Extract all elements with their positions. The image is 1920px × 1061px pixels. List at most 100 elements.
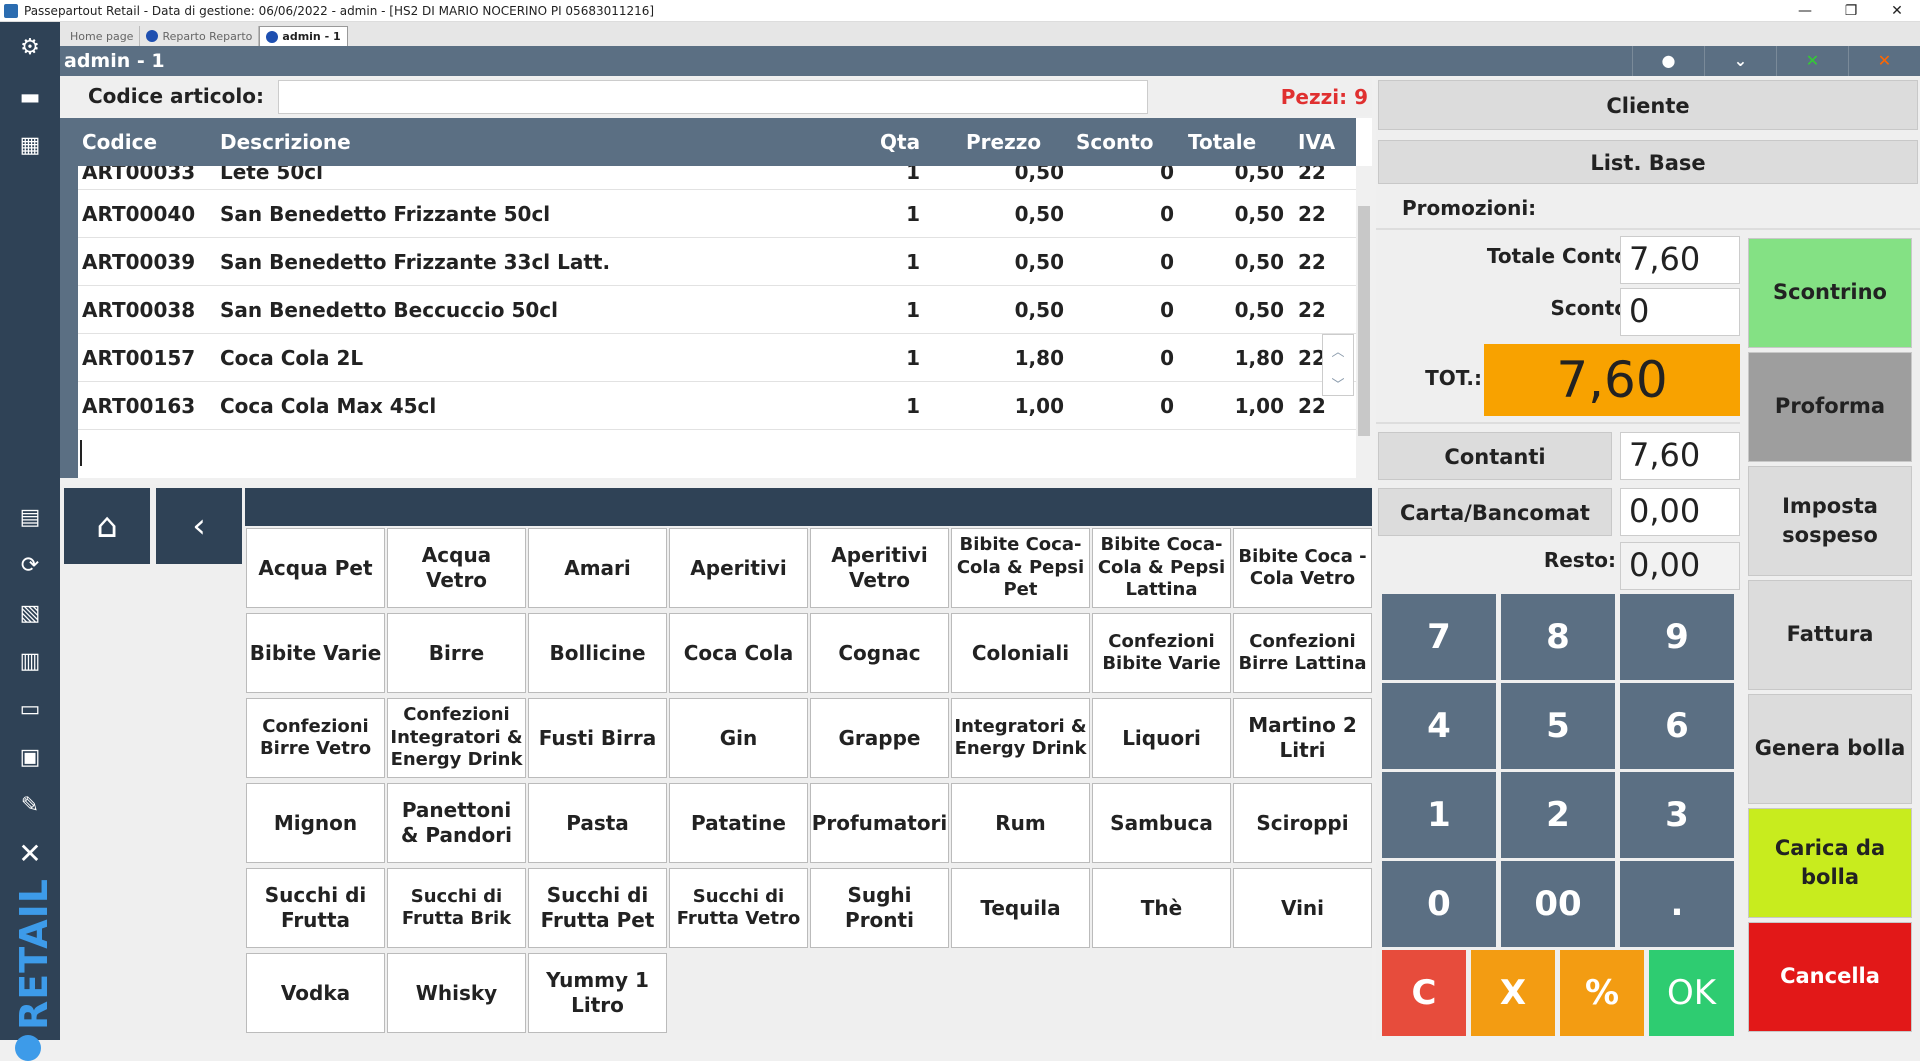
carta-bancomat-button[interactable]: Carta/Bancomat [1378,488,1612,536]
close-session-icon[interactable]: ✕ [1848,46,1920,76]
lock-icon[interactable]: ▣ [0,738,60,778]
export-excel-icon[interactable]: ✕ [1776,46,1848,76]
category-button[interactable]: Yummy 1 Litro [528,953,667,1033]
cancella-button[interactable]: Cancella [1748,922,1912,1032]
category-button[interactable]: Aperitivi [669,528,808,608]
column-sconto[interactable]: Sconto [1076,130,1154,154]
key-1[interactable]: 1 [1382,772,1496,858]
key-5[interactable]: 5 [1501,683,1615,769]
category-button[interactable]: Mignon [246,783,385,863]
refresh-icon[interactable]: ⟳ [0,546,60,586]
scontrino-button[interactable]: Scontrino [1748,238,1912,348]
article-code-input[interactable] [278,80,1148,114]
category-button[interactable]: Confezioni Integratori & Energy Drink [387,698,526,778]
home-button[interactable]: ⌂ [64,488,150,564]
category-button[interactable]: Acqua Vetro [387,528,526,608]
key-decimal[interactable]: . [1620,861,1734,947]
category-button[interactable]: Bibite Coca-Cola & Pepsi Lattina [1092,528,1231,608]
category-button[interactable]: Sciroppi [1233,783,1372,863]
tab-reparto[interactable]: Reparto Reparto [140,26,260,46]
carta-bancomat-input[interactable]: 0,00 [1620,488,1740,536]
contanti-button[interactable]: Contanti [1378,432,1612,480]
clear-button[interactable]: C [1382,950,1466,1036]
table-row[interactable]: ART00033 Lete 50cl 1 0,50 0 0,50 22 [78,166,1356,190]
column-codice[interactable]: Codice [82,130,157,154]
category-button[interactable]: Liquori [1092,698,1231,778]
column-iva[interactable]: IVA [1298,130,1335,154]
column-descrizione[interactable]: Descrizione [220,130,351,154]
category-button[interactable]: Coca Cola [669,613,808,693]
fattura-button[interactable]: Fattura [1748,580,1912,690]
keyboard-icon[interactable]: ▭ [0,690,60,730]
listino-button[interactable]: List. Base [1378,140,1918,184]
dashboard-icon[interactable]: ▦ [0,126,60,166]
category-button[interactable]: Coloniali [951,613,1090,693]
contanti-input[interactable]: 7,60 [1620,432,1740,480]
exit-icon[interactable]: ✕ [0,834,60,874]
carica-da-bolla-button[interactable]: Carica da bolla [1748,808,1912,918]
category-button[interactable]: Birre [387,613,526,693]
category-button[interactable]: Confezioni Bibite Varie [1092,613,1231,693]
wrench-icon[interactable]: ✎ [0,786,60,826]
category-button[interactable]: Martino 2 Litri [1233,698,1372,778]
grid-scrollbar[interactable] [1356,166,1372,478]
imposta-sospeso-button[interactable]: Imposta sospeso [1748,466,1912,576]
close-icon[interactable]: ✕ [1874,0,1920,22]
ok-button[interactable]: OK [1649,950,1734,1036]
category-button[interactable]: Whisky [387,953,526,1033]
category-button[interactable]: Succhi di Frutta Brik [387,868,526,948]
category-button[interactable]: Grappe [810,698,949,778]
excel-icon[interactable]: ▧ [0,594,60,634]
column-qta[interactable]: Qta [880,130,920,154]
table-row[interactable]: ART00163 Coca Cola Max 45cl 1 1,00 0 1,0… [78,382,1356,430]
maximize-icon[interactable]: ❐ [1828,0,1874,22]
monitor-icon[interactable]: ▬ [0,78,60,118]
genera-bolla-button[interactable]: Genera bolla [1748,694,1912,804]
proforma-button[interactable]: Proforma [1748,352,1912,462]
category-button[interactable]: Profumatori [810,783,949,863]
back-button[interactable]: ‹ [156,488,242,564]
category-button[interactable]: Rum [951,783,1090,863]
cliente-button[interactable]: Cliente [1378,80,1918,130]
category-button[interactable]: Succhi di Frutta Vetro [669,868,808,948]
category-button[interactable]: Confezioni Birre Vetro [246,698,385,778]
category-button[interactable]: Integratori & Energy Drink [951,698,1090,778]
category-button[interactable]: Aperitivi Vetro [810,528,949,608]
category-button[interactable]: Acqua Pet [246,528,385,608]
sconto-input[interactable]: 0 [1620,288,1740,336]
category-button[interactable]: Succhi di Frutta Pet [528,868,667,948]
key-2[interactable]: 2 [1501,772,1615,858]
delete-button[interactable]: X [1471,950,1555,1036]
tab-home[interactable]: Home page [64,26,141,46]
save-icon[interactable]: ▤ [0,498,60,538]
key-6[interactable]: 6 [1620,683,1734,769]
category-button[interactable]: Amari [528,528,667,608]
column-prezzo[interactable]: Prezzo [966,130,1041,154]
category-button[interactable]: Bollicine [528,613,667,693]
category-button[interactable]: Confezioni Birre Lattina [1233,613,1372,693]
key-7[interactable]: 7 [1382,594,1496,680]
calculator-icon[interactable]: ▥ [0,642,60,682]
key-00[interactable]: 00 [1501,861,1615,947]
category-button[interactable]: Bibite Coca-Cola & Pepsi Pet [951,528,1090,608]
category-button[interactable]: Panettoni & Pandori [387,783,526,863]
key-8[interactable]: 8 [1501,594,1615,680]
category-button[interactable]: Succhi di Frutta [246,868,385,948]
category-button[interactable]: Gin [669,698,808,778]
key-3[interactable]: 3 [1620,772,1734,858]
percent-button[interactable]: % [1560,950,1644,1036]
category-button[interactable]: Sambuca [1092,783,1231,863]
category-button[interactable]: Vodka [246,953,385,1033]
key-9[interactable]: 9 [1620,594,1734,680]
category-button[interactable]: Sughi Pronti [810,868,949,948]
tab-admin[interactable]: admin - 1 [259,26,348,46]
category-button[interactable]: Bibite Varie [246,613,385,693]
category-button[interactable]: Patatine [669,783,808,863]
chevron-down-icon[interactable]: ⌄ [1704,46,1776,76]
minimize-icon[interactable]: — [1782,0,1828,22]
key-0[interactable]: 0 [1382,861,1496,947]
table-row[interactable]: ART00038 San Benedetto Beccuccio 50cl 1 … [78,286,1356,334]
category-button[interactable]: Fusti Birra [528,698,667,778]
info-icon[interactable]: ● [1632,46,1704,76]
key-4[interactable]: 4 [1382,683,1496,769]
